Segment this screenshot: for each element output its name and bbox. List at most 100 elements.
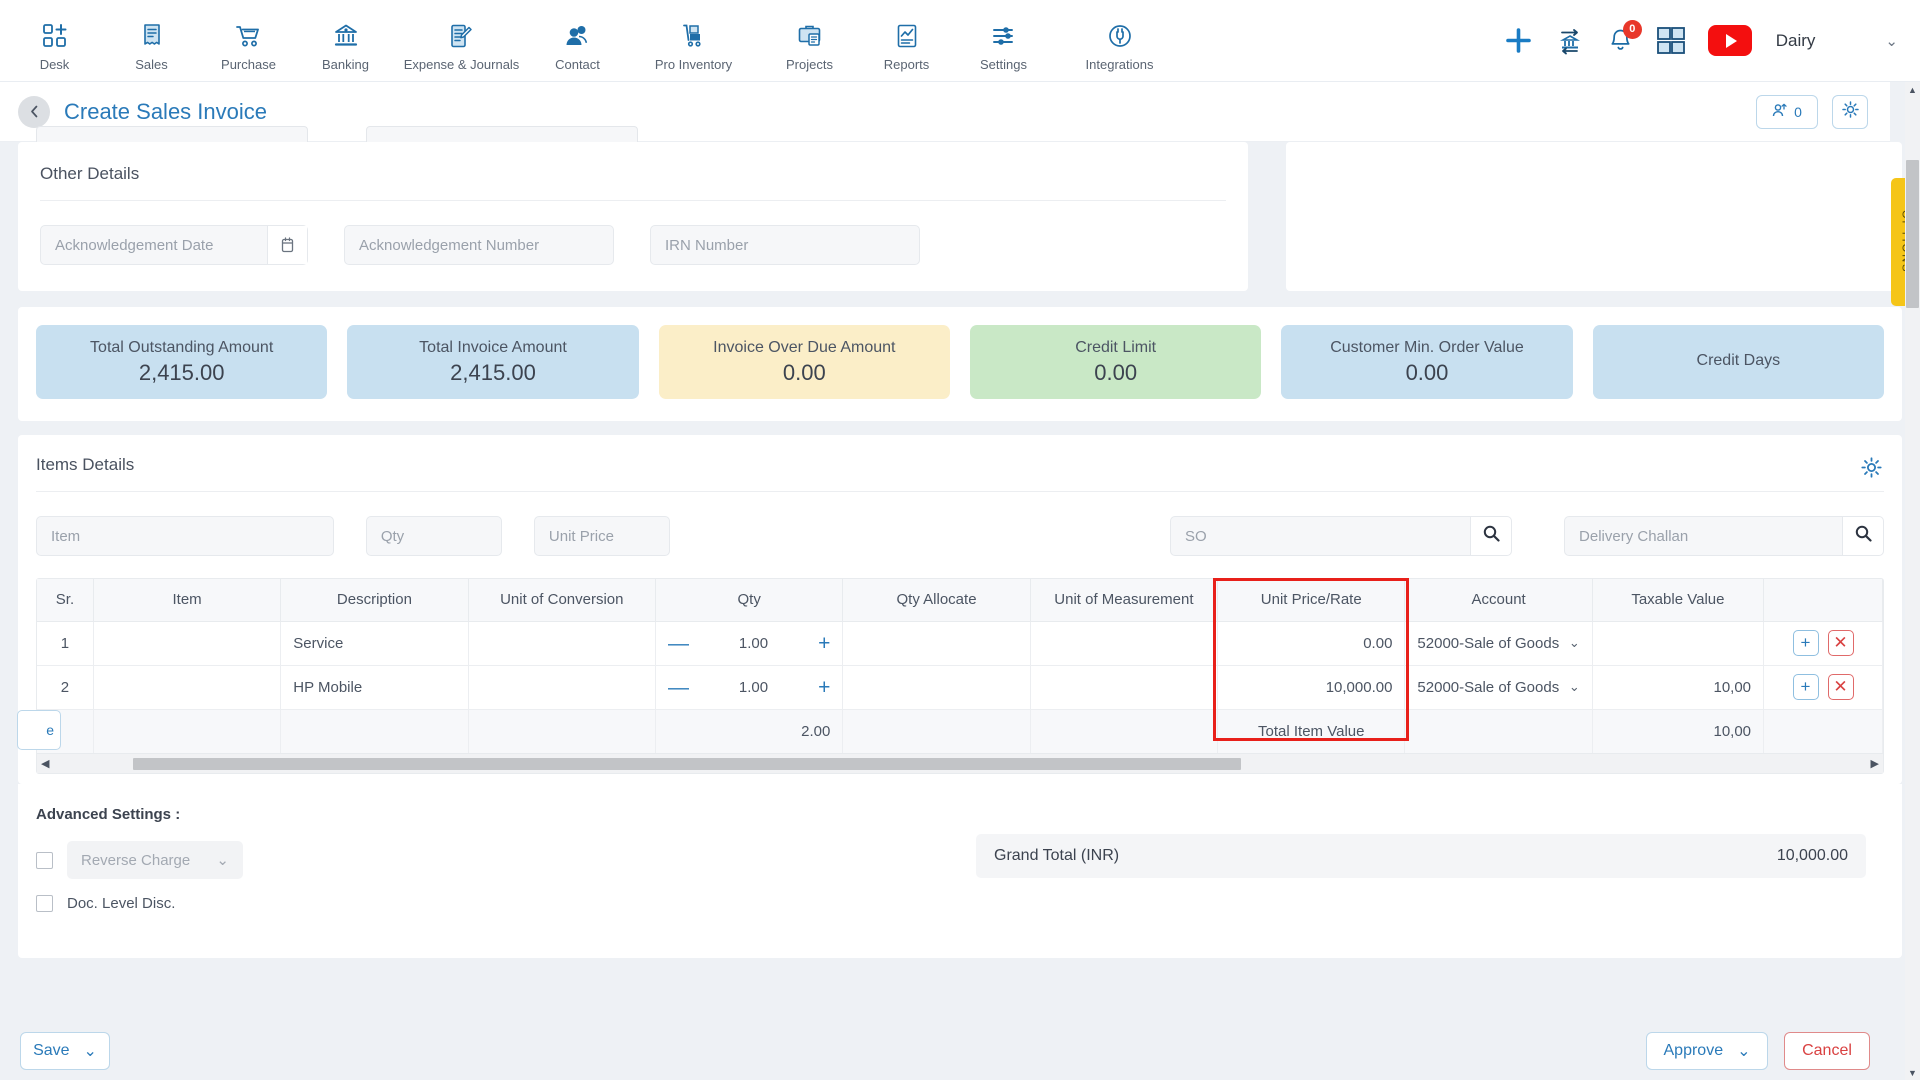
account-select[interactable]: 52000-Sale of Goods ⌄: [1417, 635, 1579, 652]
delivery-challan-input[interactable]: Delivery Challan: [1564, 516, 1843, 556]
calendar-icon[interactable]: [267, 226, 307, 264]
irn-number-field[interactable]: IRN Number: [650, 225, 920, 265]
nav-item-banking[interactable]: Banking: [297, 10, 394, 72]
summary-card-value: 2,415.00: [138, 359, 225, 385]
nav-item-sales[interactable]: Sales: [103, 10, 200, 72]
scroll-right-arrow-icon[interactable]: ▶: [1871, 757, 1879, 770]
cell-qty-allocate[interactable]: [842, 621, 1031, 666]
nav-item-label: Purchase: [221, 56, 276, 72]
cell-unit-price-rate[interactable]: 10,000.00: [1217, 665, 1406, 710]
total-item-value: 10,00: [1592, 709, 1765, 753]
add-row-icon[interactable]: +: [1792, 674, 1819, 700]
qty-decrement-icon[interactable]: —: [668, 677, 689, 698]
page-vertical-scrollbar[interactable]: ▲ ▼: [1905, 82, 1920, 1080]
cell-unit-of-conversion[interactable]: [468, 665, 656, 710]
doc-level-disc-checkbox[interactable]: [36, 895, 53, 912]
total-item-value-label: Total Item Value: [1217, 709, 1406, 753]
table-row[interactable]: 1 Service — 1.00 + 0.00 52000-Sale of Go…: [37, 621, 1883, 666]
nav-item-contact[interactable]: Contact: [529, 10, 626, 72]
cell-item[interactable]: [93, 621, 282, 666]
acknowledgement-number-field[interactable]: Acknowledgement Number: [344, 225, 614, 265]
unit-price-filter-input[interactable]: Unit Price: [533, 516, 671, 556]
page-settings-button[interactable]: [1832, 94, 1868, 129]
youtube-icon[interactable]: [1707, 25, 1752, 56]
items-table-header-row: Sr. Item Description Unit of Conversion …: [37, 579, 1883, 622]
bank-transfer-icon[interactable]: [1555, 27, 1585, 55]
cell-account[interactable]: 52000-Sale of Goods ⌄: [1404, 665, 1593, 710]
summary-card-total-invoice: Total Invoice Amount 2,415.00: [347, 325, 639, 399]
item-filter-input[interactable]: Item: [36, 516, 334, 556]
cell-qty-allocate[interactable]: [842, 665, 1031, 710]
top-navigation-bar: Desk Sales Purchase Banking Expense & Jo: [0, 0, 1920, 82]
cell-unit-of-conversion[interactable]: [468, 621, 656, 666]
nav-item-projects[interactable]: Projects: [761, 10, 858, 72]
cell-account[interactable]: 52000-Sale of Goods ⌄: [1404, 621, 1593, 666]
table-row[interactable]: 2 HP Mobile — 1.00 + 10,000.00 52000-Sal…: [37, 665, 1883, 710]
qty-decrement-icon[interactable]: —: [668, 633, 689, 654]
irn-number-placeholder: IRN Number: [665, 236, 749, 254]
reverse-charge-checkbox[interactable]: [36, 851, 53, 869]
account-select[interactable]: 52000-Sale of Goods ⌄: [1417, 679, 1579, 696]
approve-button[interactable]: Approve ⌄: [1646, 1032, 1768, 1070]
row-select-chip[interactable]: e: [17, 709, 61, 750]
summary-card-label: Total Invoice Amount: [419, 338, 567, 356]
items-settings-button[interactable]: [1861, 457, 1882, 483]
nav-item-pro-inventory[interactable]: Pro Inventory: [626, 10, 761, 72]
column-header-description: Description: [280, 579, 469, 622]
table-horizontal-scrollbar[interactable]: ◀ ▶: [37, 753, 1883, 773]
projects-icon: [797, 20, 823, 52]
delete-row-icon[interactable]: ✕: [1827, 630, 1854, 656]
nav-item-integrations[interactable]: Integrations: [1052, 10, 1187, 72]
so-search-input[interactable]: SO: [1170, 516, 1471, 556]
nav-item-desk[interactable]: Desk: [6, 10, 103, 72]
scroll-down-arrow-icon[interactable]: ▼: [1905, 1065, 1920, 1080]
summary-card-value: 0.00: [1405, 359, 1449, 385]
qty-value[interactable]: 1.00: [739, 679, 768, 696]
reverse-charge-select[interactable]: Reverse Charge ⌄: [67, 841, 243, 879]
grand-total-box: Grand Total (INR) 10,000.00: [976, 834, 1866, 878]
save-button[interactable]: Save ⌄: [20, 1032, 110, 1070]
cell-total-select: e: [17, 709, 94, 753]
qty-increment-icon[interactable]: +: [818, 633, 830, 654]
so-search-button[interactable]: [1470, 516, 1513, 556]
cell-unit-of-measurement[interactable]: [1030, 665, 1219, 710]
cell-taxable-value[interactable]: [1592, 621, 1765, 666]
hscroll-track[interactable]: [55, 757, 1864, 770]
nav-item-reports[interactable]: Reports: [858, 10, 955, 72]
apps-grid-icon[interactable]: [1656, 26, 1686, 56]
chevron-down-icon: ⌄: [1568, 635, 1580, 650]
plus-icon[interactable]: [1504, 26, 1533, 55]
qty-filter-input[interactable]: Qty: [365, 516, 502, 556]
cell-description[interactable]: Service: [280, 621, 469, 666]
delete-row-icon[interactable]: ✕: [1827, 674, 1854, 700]
hscroll-thumb[interactable]: [133, 757, 1242, 770]
cancel-button[interactable]: Cancel: [1784, 1032, 1870, 1070]
cell-unit-of-measurement[interactable]: [1030, 621, 1219, 666]
clipped-field-1: [36, 126, 308, 142]
cell-taxable-value[interactable]: 10,00: [1592, 665, 1765, 710]
scroll-up-arrow-icon[interactable]: ▲: [1905, 82, 1920, 97]
qty-increment-icon[interactable]: +: [818, 677, 830, 698]
unit-price-filter-placeholder: Unit Price: [548, 527, 614, 545]
cell-description[interactable]: HP Mobile: [280, 665, 469, 710]
page-scroll-thumb[interactable]: [1906, 160, 1919, 308]
chevron-down-icon[interactable]: ⌄: [1885, 32, 1898, 50]
assigned-users-button[interactable]: 0: [1756, 94, 1818, 129]
nav-item-label: Reports: [883, 56, 930, 72]
add-row-icon[interactable]: +: [1792, 630, 1819, 656]
delivery-challan-search-button[interactable]: [1842, 516, 1885, 556]
nav-item-expense-journals[interactable]: Expense & Journals: [394, 10, 529, 72]
grand-total-value: 10,000.00: [1776, 847, 1848, 864]
qty-value[interactable]: 1.00: [739, 635, 768, 652]
back-button[interactable]: [18, 95, 50, 128]
cell-item[interactable]: [93, 665, 282, 710]
summary-card-label: Credit Limit: [1075, 338, 1157, 356]
settings-icon: [991, 20, 1017, 52]
notification-bell-button[interactable]: 0: [1607, 19, 1642, 55]
nav-item-settings[interactable]: Settings: [955, 10, 1052, 72]
nav-item-purchase[interactable]: Purchase: [200, 10, 297, 72]
acknowledgement-date-field[interactable]: Acknowledgement Date: [40, 225, 308, 265]
page-title: Create Sales Invoice: [64, 98, 267, 124]
scroll-left-arrow-icon[interactable]: ◀: [41, 757, 49, 770]
cell-unit-price-rate[interactable]: 0.00: [1217, 621, 1406, 666]
